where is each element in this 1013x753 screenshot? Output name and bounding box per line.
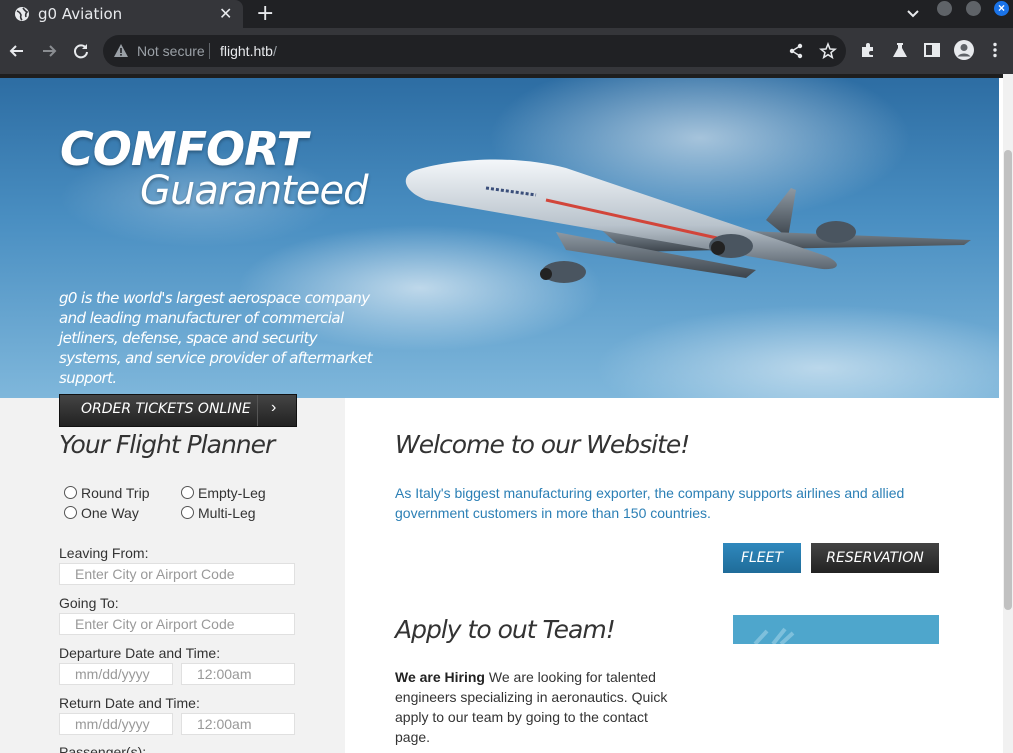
url-text[interactable]: flight.htb/ xyxy=(220,43,277,59)
flight-planner-sidebar: ORDER TICKETS ONLINE › Your Flight Plann… xyxy=(0,394,345,753)
url-path: / xyxy=(272,43,277,59)
airplane-image xyxy=(405,159,971,283)
radio-label: Round Trip xyxy=(81,485,150,501)
share-icon[interactable] xyxy=(787,42,805,60)
star-icon[interactable] xyxy=(819,42,837,60)
radio-circle-icon xyxy=(64,506,77,519)
going-to-label: Going To: xyxy=(59,595,119,611)
radio-circle-icon xyxy=(181,506,194,519)
welcome-text: As Italy's biggest manufacturing exporte… xyxy=(395,485,905,521)
tab-title: g0 Aviation xyxy=(38,5,123,23)
omnibox-divider xyxy=(209,43,210,59)
radio-label: Empty-Leg xyxy=(198,485,266,501)
close-window-button[interactable]: × xyxy=(994,1,1009,16)
flask-icon[interactable] xyxy=(891,41,909,59)
going-to-input[interactable]: Enter City or Airport Code xyxy=(59,613,295,635)
departure-time-input[interactable]: 12:00am xyxy=(181,663,295,685)
fleet-button[interactable]: FLEET xyxy=(723,543,801,573)
chevron-right-icon: › xyxy=(271,399,277,416)
hero-description: g0 is the world's largest aerospace comp… xyxy=(59,289,373,387)
minimize-button[interactable] xyxy=(937,1,952,16)
order-tickets-label: ORDER TICKETS ONLINE xyxy=(81,401,251,417)
globe-icon xyxy=(15,7,29,21)
radio-round-trip[interactable]: Round Trip xyxy=(64,485,149,501)
radio-multi-leg[interactable]: Multi-Leg xyxy=(181,505,256,521)
sidepanel-icon[interactable] xyxy=(923,41,941,59)
radio-empty-leg[interactable]: Empty-Leg xyxy=(181,485,266,501)
hero-subheadline: Guaranteed xyxy=(140,168,368,214)
banner-stripes xyxy=(753,627,795,644)
team-banner-image xyxy=(733,615,939,644)
chevron-down-icon[interactable] xyxy=(906,6,920,20)
web-page: COMFORT Guaranteed g0 is the world's lar… xyxy=(0,78,1003,753)
radio-label: Multi-Leg xyxy=(198,505,256,521)
leaving-from-label: Leaving From: xyxy=(59,545,149,561)
security-label[interactable]: Not secure xyxy=(137,43,205,59)
browser-tab[interactable]: g0 Aviation ✕ xyxy=(0,0,243,28)
radio-one-way[interactable]: One Way xyxy=(64,505,139,521)
return-time-input[interactable]: 12:00am xyxy=(181,713,295,735)
radio-label: One Way xyxy=(81,505,139,521)
radio-circle-icon xyxy=(181,486,194,499)
hiring-bold: We are Hiring xyxy=(395,669,485,685)
menu-dots-icon[interactable] xyxy=(988,41,1002,59)
hero-banner: COMFORT Guaranteed g0 is the world's lar… xyxy=(0,78,999,398)
browser-toolbar: Not secure flight.htb/ xyxy=(0,28,1013,74)
scrollbar-thumb[interactable] xyxy=(1004,150,1012,610)
maximize-button[interactable] xyxy=(966,1,981,16)
profile-icon[interactable] xyxy=(953,39,975,61)
departure-date-input[interactable]: mm/dd/yyyy xyxy=(59,663,173,685)
page-scrollbar[interactable] xyxy=(1003,74,1013,753)
reservation-button[interactable]: RESERVATION xyxy=(811,543,939,573)
forward-arrow-icon[interactable] xyxy=(39,41,59,61)
return-label: Return Date and Time: xyxy=(59,695,200,711)
warning-icon[interactable] xyxy=(113,43,129,59)
departure-label: Departure Date and Time: xyxy=(59,645,221,661)
planner-title: Your Flight Planner xyxy=(59,430,275,459)
close-icon[interactable]: ✕ xyxy=(219,4,232,23)
apply-title: Apply to out Team! xyxy=(395,615,616,644)
order-tickets-button[interactable]: ORDER TICKETS ONLINE › xyxy=(59,394,297,427)
back-arrow-icon[interactable] xyxy=(7,41,27,61)
order-button-divider xyxy=(257,395,258,426)
hiring-text: We are Hiring We are looking for talente… xyxy=(395,667,685,747)
address-bar[interactable]: Not secure flight.htb/ xyxy=(103,35,846,67)
reload-icon[interactable] xyxy=(71,41,91,61)
return-date-input[interactable]: mm/dd/yyyy xyxy=(59,713,173,735)
tab-strip: g0 Aviation ✕ + × xyxy=(0,0,1013,28)
puzzle-icon[interactable] xyxy=(859,41,877,59)
url-host: flight.htb xyxy=(220,43,273,59)
leaving-from-input[interactable]: Enter City or Airport Code xyxy=(59,563,295,585)
passengers-label: Passenger(s): xyxy=(59,744,147,753)
radio-circle-icon xyxy=(64,486,77,499)
welcome-title: Welcome to our Website! xyxy=(395,430,690,459)
plus-icon[interactable]: + xyxy=(256,1,274,26)
